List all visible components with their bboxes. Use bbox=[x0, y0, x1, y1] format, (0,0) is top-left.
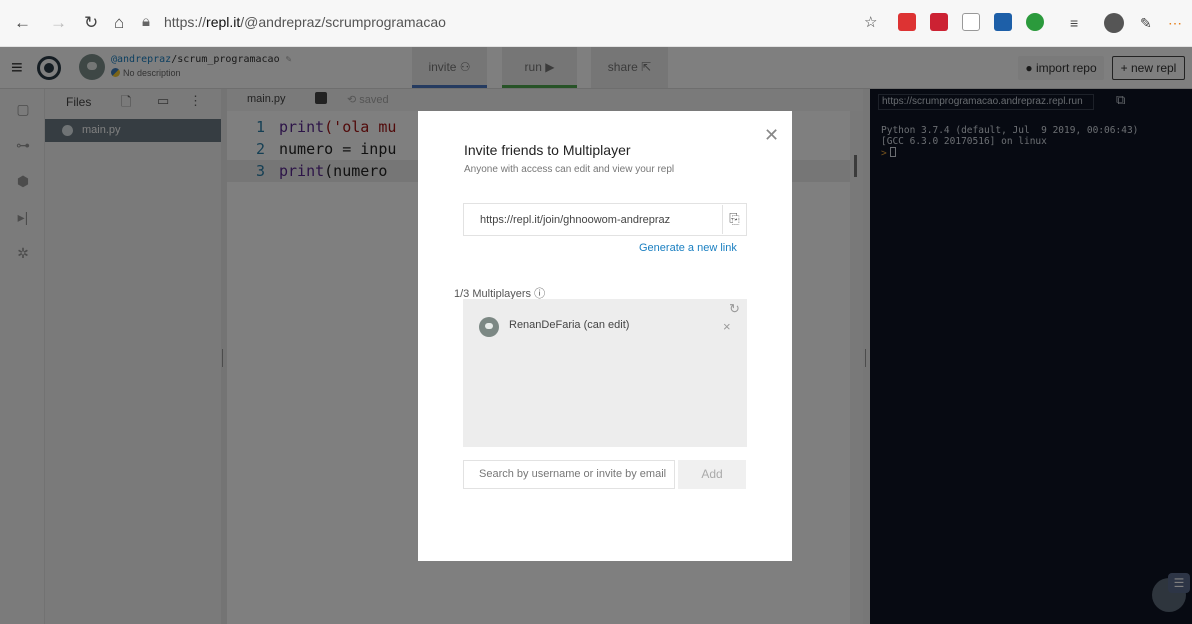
profile-avatar-icon[interactable] bbox=[1104, 13, 1124, 33]
favorites-icon[interactable]: ≡ bbox=[1070, 13, 1078, 33]
home-icon[interactable]: ⌂ bbox=[114, 13, 124, 33]
close-icon[interactable]: ✕ bbox=[764, 125, 779, 146]
generate-new-link[interactable]: Generate a new link bbox=[639, 242, 737, 254]
lock-icon: 🔒︎ bbox=[142, 13, 150, 30]
member-avatar bbox=[479, 317, 499, 337]
invite-search-input[interactable]: Search by username or invite by email bbox=[463, 460, 675, 489]
evernote-icon[interactable] bbox=[1026, 13, 1044, 31]
url-text: https://repl.it/@andrepraz/scrumprograma… bbox=[164, 14, 446, 30]
extension-icon[interactable] bbox=[898, 13, 916, 31]
multiplayers-list: ↻ RenanDeFaria (can edit) × bbox=[463, 299, 747, 447]
add-button[interactable]: Add bbox=[678, 460, 746, 489]
address-bar[interactable]: 🔒︎ https://repl.it/@andrepraz/scrumprogr… bbox=[142, 10, 890, 37]
more-icon[interactable]: ⋯ bbox=[1168, 13, 1182, 33]
member-name: RenanDeFaria (can edit) bbox=[509, 319, 630, 331]
refresh-icon[interactable]: ↻ bbox=[729, 301, 740, 317]
extension-icon[interactable] bbox=[962, 13, 980, 31]
favorite-star-icon[interactable]: ☆ bbox=[864, 13, 877, 33]
feedback-icon[interactable]: ✎ bbox=[1140, 13, 1152, 33]
browser-toolbar: ← → ↻ ⌂ 🔒︎ https://repl.it/@andrepraz/sc… bbox=[0, 0, 1192, 47]
extension-icon[interactable] bbox=[930, 13, 948, 31]
back-icon[interactable]: ← bbox=[14, 13, 31, 33]
modal-title: Invite friends to Multiplayer bbox=[464, 142, 631, 158]
invite-modal: ✕ Invite friends to Multiplayer Anyone w… bbox=[418, 111, 792, 561]
copy-icon[interactable]: ⎘ bbox=[722, 205, 746, 234]
forward-icon[interactable]: → bbox=[50, 13, 67, 33]
invite-link-field[interactable]: https://repl.it/join/ghnoowom-andrepraz … bbox=[463, 203, 747, 236]
invite-link[interactable]: https://repl.it/join/ghnoowom-andrepraz bbox=[480, 214, 670, 226]
extension-icon[interactable] bbox=[994, 13, 1012, 31]
reload-icon[interactable]: ↻ bbox=[84, 13, 98, 33]
remove-member-icon[interactable]: × bbox=[723, 319, 731, 334]
modal-subtitle: Anyone with access can edit and view you… bbox=[464, 164, 675, 175]
